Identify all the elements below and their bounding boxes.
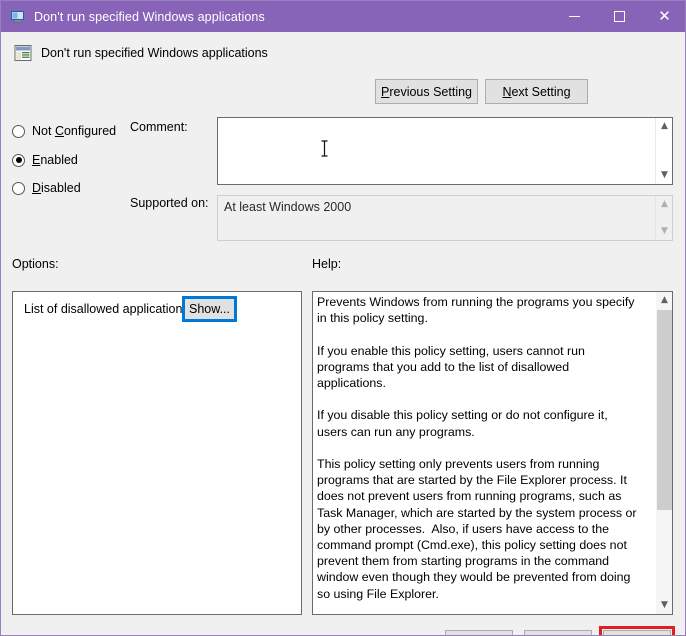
scroll-up-icon: ▲ (661, 199, 668, 209)
radio-disabled-mark (12, 181, 25, 195)
policy-setting-dialog: Don't run specified Windows applications… (0, 0, 686, 636)
radio-disabled[interactable]: Disabled (12, 179, 81, 197)
minimize-icon (569, 16, 580, 17)
scroll-down-icon[interactable]: ▼ (656, 167, 672, 184)
supported-on-value: At least Windows 2000 (224, 200, 352, 214)
scroll-up-icon[interactable]: ▲ (656, 292, 672, 309)
window-controls: ✕ (552, 1, 685, 32)
scroll-down-icon: ▼ (661, 226, 668, 236)
policy-title: Don't run specified Windows applications (41, 46, 268, 60)
close-button[interactable]: ✕ (642, 1, 685, 32)
next-setting-button[interactable]: Next Setting (485, 79, 588, 104)
scroll-down-icon[interactable]: ▼ (656, 597, 672, 614)
next-setting-accel: N (502, 84, 512, 99)
cancel-button[interactable]: Cancel (524, 630, 592, 635)
dialog-body: Don't run specified Windows applications… (1, 32, 685, 635)
help-panel: Prevents Windows from running the progra… (312, 291, 673, 615)
previous-setting-button[interactable]: Previous Setting (375, 79, 478, 104)
options-label: Options: (12, 257, 59, 271)
group-policy-setting-icon (14, 44, 32, 62)
scroll-up-icon[interactable]: ▲ (656, 118, 672, 135)
radio-enabled[interactable]: Enabled (12, 151, 78, 169)
close-icon: ✕ (658, 7, 671, 25)
comment-scrollbar[interactable]: ▲ ▼ (655, 118, 672, 184)
policy-window-icon (10, 9, 26, 25)
options-panel: List of disallowed applications Show... (12, 291, 302, 615)
help-scrollbar[interactable]: ▲ ▼ (655, 292, 672, 614)
comment-textarea[interactable]: ▲ ▼ (217, 117, 673, 185)
radio-not-configured-mark (12, 124, 25, 138)
title-bar[interactable]: Don't run specified Windows applications… (1, 1, 685, 32)
maximize-icon (614, 11, 625, 22)
comment-label: Comment: (130, 120, 188, 134)
radio-not-configured-label: Not Configured (32, 124, 117, 138)
help-scrollbar-thumb[interactable] (657, 310, 672, 510)
policy-header: Don't run specified Windows applications (14, 44, 268, 62)
previous-setting-label: revious Setting (389, 84, 473, 99)
option-row: List of disallowed applications Show... (13, 292, 301, 328)
supported-on-scrollbar: ▲ ▼ (655, 196, 672, 240)
radio-disabled-label: Disabled (32, 181, 81, 195)
show-button[interactable]: Show... (182, 296, 237, 322)
supported-on-box: At least Windows 2000 ▲ ▼ (217, 195, 673, 241)
minimize-button[interactable] (552, 1, 597, 32)
next-setting-label: ext Setting (511, 84, 571, 99)
apply-button[interactable]: Apply (603, 630, 671, 635)
maximize-button[interactable] (597, 1, 642, 32)
radio-enabled-label: Enabled (32, 153, 78, 167)
supported-on-label: Supported on: (130, 196, 209, 210)
radio-not-configured[interactable]: Not Configured (12, 122, 116, 140)
ok-button[interactable]: OK (445, 630, 513, 635)
help-label: Help: (312, 257, 342, 271)
help-text: Prevents Windows from running the progra… (317, 295, 637, 601)
option-item-label: List of disallowed applications (24, 302, 189, 316)
previous-setting-accel: P (380, 84, 390, 99)
radio-enabled-mark (12, 153, 25, 167)
window-title: Don't run specified Windows applications (34, 9, 265, 24)
